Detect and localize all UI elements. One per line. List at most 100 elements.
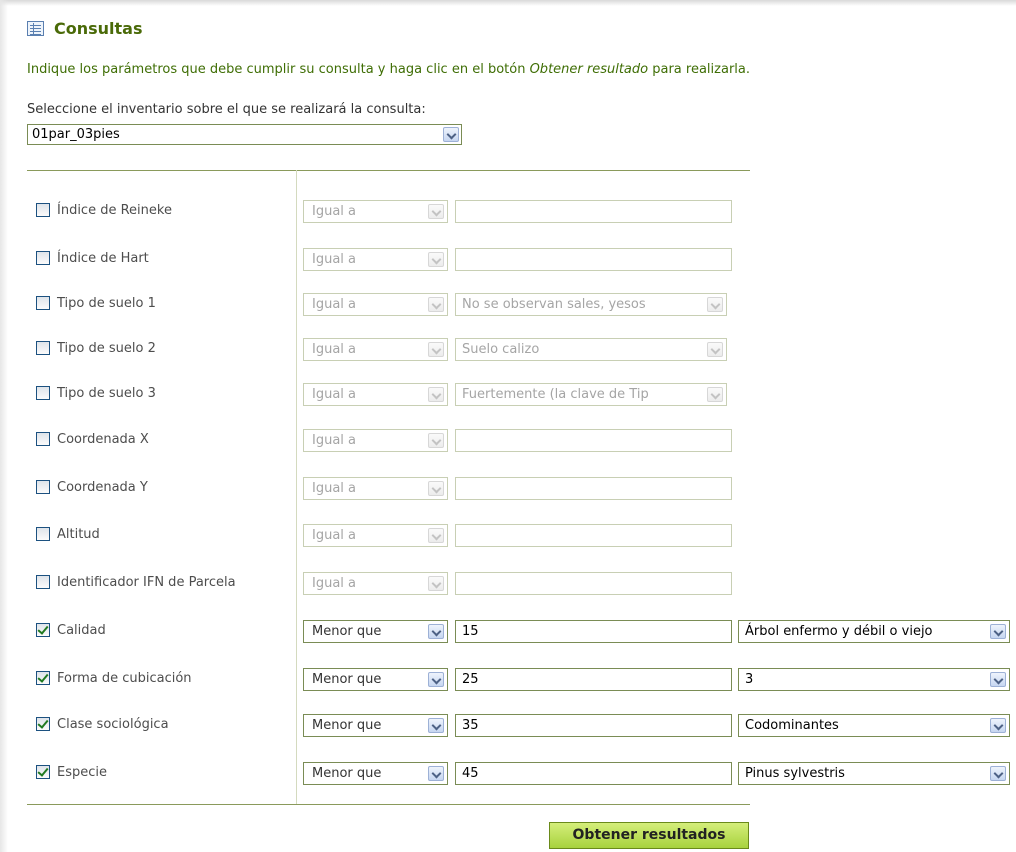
operator-select-value: Igual a bbox=[312, 433, 357, 448]
value-input[interactable] bbox=[455, 477, 732, 500]
operator-select[interactable]: Menor que bbox=[303, 714, 448, 737]
filter-row: Tipo de suelo 2 Igual a Suelo calizo bbox=[0, 338, 1016, 364]
value-input[interactable] bbox=[455, 200, 732, 223]
extra-select[interactable]: 3 bbox=[738, 668, 1010, 691]
value-input-text: 25 bbox=[462, 672, 479, 687]
chevron-down-icon[interactable] bbox=[428, 433, 444, 448]
chevron-down-icon[interactable] bbox=[707, 297, 723, 312]
row-checkbox[interactable] bbox=[36, 251, 50, 265]
operator-select[interactable]: Igual a bbox=[303, 477, 448, 500]
value-select[interactable]: Suelo calizo bbox=[455, 338, 727, 361]
row-checkbox[interactable] bbox=[36, 432, 50, 446]
operator-select[interactable]: Igual a bbox=[303, 338, 448, 361]
value-input[interactable] bbox=[455, 572, 732, 595]
value-select[interactable]: No se observan sales, yesos bbox=[455, 293, 727, 316]
operator-select-value: Menor que bbox=[312, 672, 382, 687]
divider-bottom bbox=[27, 804, 750, 805]
row-label: Tipo de suelo 1 bbox=[57, 296, 156, 311]
filter-row: Forma de cubicación Menor que 25 3 bbox=[0, 668, 1016, 694]
operator-select[interactable]: Menor que bbox=[303, 762, 448, 785]
operator-select[interactable]: Igual a bbox=[303, 429, 448, 452]
value-input[interactable]: 35 bbox=[455, 714, 732, 737]
operator-select[interactable]: Igual a bbox=[303, 248, 448, 271]
filter-row: Calidad Menor que 15 Árbol enfermo y débil … bbox=[0, 620, 1016, 646]
row-label: Forma de cubicación bbox=[57, 671, 192, 686]
chevron-down-icon[interactable] bbox=[428, 718, 444, 733]
filter-row: Clase sociológica Menor que 35 Codominantes bbox=[0, 714, 1016, 740]
value-select-value: No se observan sales, yesos bbox=[462, 297, 646, 312]
extra-select[interactable]: Pinus sylvestris bbox=[738, 762, 1010, 785]
filter-row: Índice de Reineke Igual a bbox=[0, 200, 1016, 226]
value-input-text: 15 bbox=[462, 624, 479, 639]
extra-select[interactable]: Codominantes bbox=[738, 714, 1010, 737]
row-checkbox[interactable] bbox=[36, 671, 50, 685]
submit-button[interactable]: Obtener resultados bbox=[549, 822, 749, 849]
filter-row: Identificador IFN de Parcela Igual a bbox=[0, 572, 1016, 598]
operator-select[interactable]: Menor que bbox=[303, 668, 448, 691]
divider-top bbox=[27, 170, 750, 171]
row-checkbox[interactable] bbox=[36, 341, 50, 355]
filter-row: Tipo de suelo 1 Igual a No se observan sal… bbox=[0, 293, 1016, 319]
value-input[interactable] bbox=[455, 524, 732, 547]
chevron-down-icon[interactable] bbox=[428, 387, 444, 402]
value-select-value: Suelo calizo bbox=[462, 342, 540, 357]
chevron-down-icon[interactable] bbox=[443, 127, 459, 142]
row-checkbox[interactable] bbox=[36, 203, 50, 217]
extra-select[interactable]: Árbol enfermo y débil o viejo bbox=[738, 620, 1010, 643]
row-label: Altitud bbox=[57, 527, 100, 542]
chevron-down-icon[interactable] bbox=[428, 342, 444, 357]
value-input[interactable] bbox=[455, 248, 732, 271]
row-label: Índice de Reineke bbox=[57, 203, 172, 218]
value-input[interactable]: 15 bbox=[455, 620, 732, 643]
intro-text: Indique los parámetros que debe cumplir … bbox=[27, 62, 750, 77]
page-title: Consultas bbox=[27, 17, 143, 39]
chevron-down-icon[interactable] bbox=[707, 342, 723, 357]
row-label: Clase sociológica bbox=[57, 717, 169, 732]
chevron-down-icon[interactable] bbox=[428, 766, 444, 781]
chevron-down-icon[interactable] bbox=[428, 204, 444, 219]
row-checkbox[interactable] bbox=[36, 527, 50, 541]
row-label: Índice de Hart bbox=[57, 251, 149, 266]
operator-select[interactable]: Menor que bbox=[303, 620, 448, 643]
operator-select-value: Igual a bbox=[312, 252, 357, 267]
chevron-down-icon[interactable] bbox=[428, 672, 444, 687]
operator-select[interactable]: Igual a bbox=[303, 524, 448, 547]
inventory-select-value: 01par_03pies bbox=[32, 127, 120, 142]
operator-select[interactable]: Igual a bbox=[303, 200, 448, 223]
row-checkbox[interactable] bbox=[36, 765, 50, 779]
chevron-down-icon[interactable] bbox=[428, 528, 444, 543]
operator-select-value: Igual a bbox=[312, 204, 357, 219]
row-label: Coordenada Y bbox=[57, 480, 148, 495]
filter-row: Altitud Igual a bbox=[0, 524, 1016, 550]
chevron-down-icon[interactable] bbox=[428, 252, 444, 267]
value-select[interactable]: Fuertemente (la clave de Tip bbox=[455, 383, 727, 406]
operator-select[interactable]: Igual a bbox=[303, 572, 448, 595]
chevron-down-icon[interactable] bbox=[707, 387, 723, 402]
row-checkbox[interactable] bbox=[36, 575, 50, 589]
value-input[interactable]: 25 bbox=[455, 668, 732, 691]
operator-select[interactable]: Igual a bbox=[303, 293, 448, 316]
operator-select-value: Igual a bbox=[312, 481, 357, 496]
extra-select-value: 3 bbox=[745, 672, 754, 687]
value-input-text: 45 bbox=[462, 766, 479, 781]
chevron-down-icon[interactable] bbox=[428, 481, 444, 496]
row-checkbox[interactable] bbox=[36, 296, 50, 310]
chevron-down-icon[interactable] bbox=[428, 624, 444, 639]
chevron-down-icon[interactable] bbox=[428, 576, 444, 591]
chevron-down-icon[interactable] bbox=[990, 718, 1006, 733]
page-title-text: Consultas bbox=[54, 18, 143, 38]
value-input[interactable]: 45 bbox=[455, 762, 732, 785]
row-checkbox[interactable] bbox=[36, 480, 50, 494]
chevron-down-icon[interactable] bbox=[990, 672, 1006, 687]
row-checkbox[interactable] bbox=[36, 623, 50, 637]
row-checkbox[interactable] bbox=[36, 386, 50, 400]
operator-select[interactable]: Igual a bbox=[303, 383, 448, 406]
value-input-text: 35 bbox=[462, 718, 479, 733]
chevron-down-icon[interactable] bbox=[990, 624, 1006, 639]
inventory-select[interactable]: 01par_03pies bbox=[27, 124, 462, 145]
chevron-down-icon[interactable] bbox=[428, 297, 444, 312]
row-label: Tipo de suelo 3 bbox=[57, 386, 156, 401]
value-input[interactable] bbox=[455, 429, 732, 452]
row-checkbox[interactable] bbox=[36, 717, 50, 731]
chevron-down-icon[interactable] bbox=[990, 766, 1006, 781]
